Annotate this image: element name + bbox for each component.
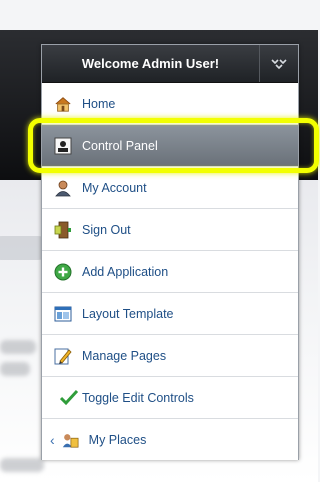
edit-pages-icon [54,347,72,365]
background-text-blur [0,458,44,472]
menu-item-label: Manage Pages [82,348,167,363]
highlight-outline [28,118,319,173]
checkmark-icon [60,389,78,407]
menu-item-sign-out[interactable]: Sign Out [42,209,298,251]
menu-item-label: Add Application [82,264,169,279]
collapse-arrows-icon[interactable] [259,45,298,82]
background-text-blur [0,340,36,354]
menu-item-label: My Account [82,180,147,195]
menu-header: Welcome Admin User! [42,45,298,83]
add-icon [54,263,72,281]
menu-item-add-application[interactable]: Add Application [42,251,298,293]
menu-title: Welcome Admin User! [81,56,220,71]
menu-item-my-places[interactable]: ‹ My Places [42,419,298,460]
user-icon [54,179,72,197]
my-places-icon [61,431,79,449]
menu-item-my-account[interactable]: My Account [42,167,298,209]
menu-item-layout-template[interactable]: Layout Template [42,293,298,335]
menu-item-label: Sign Out [82,222,131,237]
menu-item-label: Toggle Edit Controls [82,390,194,405]
menu-item-label: Layout Template [82,306,174,321]
menu-item-manage-pages[interactable]: Manage Pages [42,335,298,377]
menu-item-label: Home [82,96,116,111]
dock-menu: Welcome Admin User! Home Control Panel M… [41,44,299,460]
background-text-blur [0,362,30,376]
chevron-left-icon: ‹ [50,431,55,448]
menu-item-label: My Places [88,432,147,447]
menu-item-toggle-edit-controls[interactable]: Toggle Edit Controls [42,377,298,419]
sign-out-icon [54,221,72,239]
home-icon [54,95,72,113]
layout-icon [54,305,72,323]
